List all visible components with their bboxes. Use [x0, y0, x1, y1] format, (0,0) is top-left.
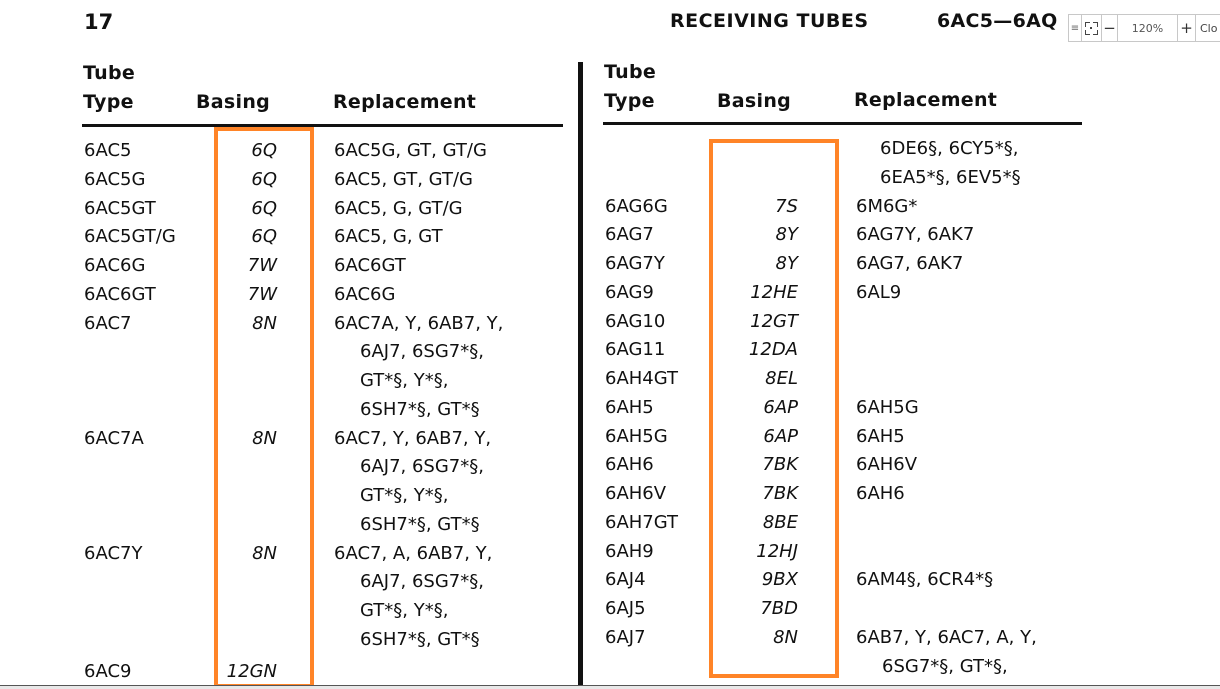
tube-type-cell: 6AC5G	[84, 168, 146, 190]
tube-type-cell: 6AC5	[84, 140, 132, 161]
replacement-cell: 6AC5G, GT, GT/G	[334, 140, 487, 161]
right-header-rule	[603, 122, 1082, 125]
right-header-tube: Tube	[604, 61, 657, 83]
right-header-basing: Basing	[717, 90, 792, 112]
tube-type-cell: 6AG11	[605, 339, 666, 361]
replacement-cell: 6SH7*§, GT*§	[360, 628, 480, 650]
tube-type-cell: 6AG6G	[605, 195, 668, 217]
tube-type-cell: 6AC7Y	[84, 542, 143, 564]
fit-to-page-button[interactable]	[1082, 15, 1102, 41]
replacement-cell: 6AC6GT	[334, 255, 406, 276]
tube-type-cell: 6AH9	[605, 540, 654, 562]
fit-screen-icon	[1085, 21, 1098, 35]
range-head: 6AC5—6AQ	[937, 10, 1058, 32]
page-number: 17	[84, 10, 114, 34]
tube-type-cell: 6AH4GT	[605, 368, 679, 389]
tube-type-cell: 6AG7	[605, 224, 654, 246]
replacement-cell: GT*§, Y*§,	[360, 370, 449, 391]
tube-type-cell: 6AC5GT/G	[84, 226, 176, 248]
replacement-cell: 6AC5, G, GT	[334, 226, 443, 248]
zoom-in-button[interactable]: +	[1178, 15, 1196, 41]
left-header-type: Type	[83, 91, 134, 113]
replacement-cell: 6AC7, A, 6AB7, Y,	[334, 542, 493, 564]
replacement-cell: 6AH6V	[856, 454, 918, 476]
left-header-tube: Tube	[83, 62, 136, 84]
replacement-cell: 6AC5, G, GT/G	[334, 197, 463, 219]
left-header-basing: Basing	[196, 91, 271, 113]
menu-icon[interactable]: ≡	[1069, 15, 1082, 41]
replacement-cell: 6AM4§, 6CR4*§	[856, 569, 994, 591]
replacement-cell: 6AH6	[856, 483, 905, 504]
tube-type-cell: 6AC6GT	[84, 283, 156, 305]
replacement-cell: 6AJ7, 6SG7*§,	[360, 456, 484, 478]
tube-type-cell: 6AG7Y	[605, 253, 665, 274]
replacement-cell: 6AG7, 6AK7	[856, 253, 964, 274]
tube-type-cell: 6AC7A	[84, 427, 144, 449]
replacement-cell: 6AC6G	[334, 283, 396, 305]
tube-type-cell: 6AH5	[605, 396, 654, 418]
replacement-cell: 6AC5, GT, GT/G	[334, 168, 473, 190]
replacement-cell: 6AH5G	[856, 396, 919, 418]
replacement-continuation: 6DE6§, 6CY5*§,	[880, 138, 1019, 159]
basing-highlight-left	[214, 127, 314, 688]
close-button[interactable]: Clo	[1196, 15, 1220, 41]
replacement-cell: 6AB7, Y, 6AC7, A, Y,	[856, 626, 1037, 648]
replacement-cell: GT*§, Y*§,	[360, 485, 449, 506]
column-divider	[578, 62, 583, 688]
replacement-cell: 6AJ7, 6SG7*§,	[360, 341, 484, 363]
basing-highlight-right	[709, 139, 839, 678]
tube-type-cell: 6AC9	[84, 660, 132, 682]
right-header-replacement: Replacement	[854, 89, 998, 111]
replacement-cell: 6M6G*	[856, 195, 918, 217]
replacement-cell: 6AG7Y, 6AK7	[856, 224, 975, 246]
replacement-cell: 6SH7*§, GT*§	[360, 513, 480, 535]
zoom-level-display[interactable]: 120%	[1118, 15, 1178, 41]
replacement-cell: 6AC7A, Y, 6AB7, Y,	[334, 312, 504, 334]
tube-type-cell: 6AJ5	[605, 598, 646, 619]
replacement-cell: 6AC7, Y, 6AB7, Y,	[334, 427, 492, 449]
replacement-cell: 6SG7*§, GT*§,	[882, 655, 1008, 677]
replacement-continuation: 6EA5*§, 6EV5*§	[880, 166, 1021, 188]
replacement-cell: 6AL9	[856, 281, 902, 303]
tube-type-cell: 6AH5G	[605, 425, 668, 447]
running-head: RECEIVING TUBES	[670, 10, 869, 32]
tube-type-cell: 6AJ7	[605, 626, 646, 648]
replacement-cell: GT*§, Y*§,	[360, 600, 449, 621]
tube-type-cell: 6AJ4	[605, 569, 646, 591]
tube-type-cell: 6AC7	[84, 312, 132, 334]
tube-type-cell: 6AH6V	[605, 483, 667, 504]
replacement-cell: 6SH7*§, GT*§	[360, 398, 480, 420]
tube-type-cell: 6AG10	[605, 310, 666, 332]
zoom-toolbar: ≡ − 120% + Clo	[1068, 14, 1220, 42]
right-header-type: Type	[604, 90, 655, 112]
tube-type-cell: 6AH6	[605, 454, 654, 476]
replacement-cell: 6AJ7, 6SG7*§,	[360, 571, 484, 593]
tube-type-cell: 6AC6G	[84, 255, 146, 276]
page-bottom-edge	[0, 685, 1220, 689]
tube-type-cell: 6AG9	[605, 281, 654, 303]
tube-type-cell: 6AC5GT	[84, 197, 156, 219]
tube-type-cell: 6AH7GT	[605, 511, 679, 533]
replacement-cell: 6AH5	[856, 425, 905, 447]
left-header-rule	[82, 124, 563, 127]
zoom-out-button[interactable]: −	[1102, 15, 1118, 41]
left-header-replacement: Replacement	[333, 91, 477, 113]
